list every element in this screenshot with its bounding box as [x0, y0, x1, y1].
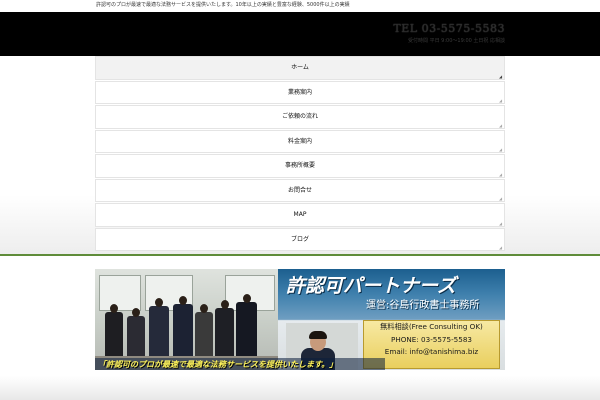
nav-item[interactable]: 事務所概要 ◢ [95, 154, 505, 178]
consult-email: Email: info@tanishima.biz [384, 347, 479, 356]
staff-figure [215, 300, 234, 356]
staff-figure [195, 304, 213, 356]
staff-figure [127, 308, 145, 356]
header-business-hours: 受付時間 平日 9:00〜19:00 土日祝 応相談 [408, 38, 505, 44]
nav-item[interactable]: 料金案内 ◢ [95, 129, 505, 153]
header-phone-number: TEL 03-5575-5583 [393, 22, 505, 35]
consult-title: 無料相談(Free Consulting OK) [380, 322, 483, 331]
nav-item[interactable]: ご依頼の流れ ◢ [95, 105, 505, 129]
resize-corner-icon: ◢ [499, 245, 503, 250]
brand-panel: 許認可パートナーズ 運営:谷島行政書士事務所 無料相談(Free Consult… [278, 269, 505, 370]
nav-item-label: 業務案内 [287, 88, 312, 96]
brand-operator-text: 運営:谷島行政書士事務所 [366, 300, 480, 311]
hero-banner[interactable]: 許認可パートナーズ 運営:谷島行政書士事務所 無料相談(Free Consult… [95, 269, 505, 370]
main-navigation: ホーム ◢ 業務案内 ◢ ご依頼の流れ ◢ 料金案内 ◢ 事務所概要 ◢ お問合せ ◢ MAP ◢ ブログ ◢ [95, 56, 505, 252]
nav-item-label: ご依頼の流れ [281, 113, 318, 120]
brand-logo-title: 許認可パートナーズ [286, 275, 457, 297]
staff-group-photo [95, 269, 278, 370]
nav-item[interactable]: ブログ ◢ [95, 227, 505, 251]
nav-item[interactable]: お問合せ ◢ [95, 178, 505, 202]
staff-figure [236, 294, 257, 356]
consult-phone: PHONE: 03-5575-5583 [391, 334, 472, 344]
bottom-gradient-bar [0, 376, 600, 400]
resize-corner-icon: ◢ [499, 196, 503, 201]
nav-item-label: ホーム [291, 64, 309, 71]
nav-item[interactable]: ホーム ◢ [95, 56, 505, 80]
site-header: TEL 03-5575-5583 受付時間 平日 9:00〜19:00 土日祝 … [0, 12, 600, 56]
window-shape [99, 275, 141, 311]
top-notice-bar: 許認可のプロが最速で最適な法務サービスを提供いたします。10年以上の実績と豊富な… [0, 0, 600, 12]
nav-item-label: ブログ [290, 235, 309, 243]
nav-item-label: 料金案内 [287, 137, 312, 145]
resize-corner-icon: ◢ [499, 73, 503, 79]
resize-corner-icon: ◢ [499, 220, 503, 226]
nav-item[interactable]: 業務案内 ◢ [95, 80, 505, 104]
resize-corner-icon: ◢ [499, 122, 503, 128]
top-notice-text: 許認可のプロが最速で最適な法務サービスを提供いたします。10年以上の実績と豊富な… [96, 2, 350, 8]
resize-corner-icon: ◢ [499, 171, 503, 177]
nav-item[interactable]: MAP ◢ [95, 203, 505, 227]
nav-item-label: お問合せ [287, 186, 312, 194]
nav-item-label: MAP [293, 211, 307, 218]
main-navigation-area: ホーム ◢ 業務案内 ◢ ご依頼の流れ ◢ 料金案内 ◢ 事務所概要 ◢ お問合せ ◢ MAP ◢ ブログ ◢ [0, 56, 600, 255]
nav-item-label: 事務所概要 [284, 162, 315, 169]
staff-figure [149, 298, 169, 356]
staff-figure [173, 296, 193, 356]
staff-figure [105, 304, 123, 356]
banner-slogan: 「許認可のプロが最速で最適な法務サービスを提供いたします。」 [98, 360, 338, 369]
resize-corner-icon: ◢ [499, 147, 503, 152]
resize-corner-icon: ◢ [499, 98, 503, 103]
